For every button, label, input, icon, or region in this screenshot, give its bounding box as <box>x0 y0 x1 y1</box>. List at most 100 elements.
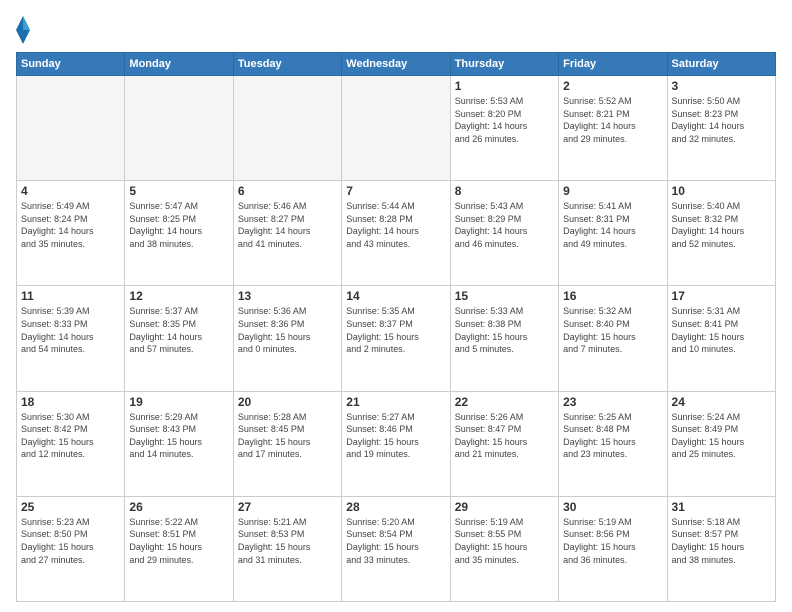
day-number: 31 <box>672 500 771 514</box>
calendar-week-row: 1 Sunrise: 5:53 AM Sunset: 8:20 PM Daylig… <box>17 76 776 181</box>
day-number: 26 <box>129 500 228 514</box>
day-number: 25 <box>21 500 120 514</box>
calendar-cell: 10 Sunrise: 5:40 AM Sunset: 8:32 PM Dayli… <box>667 181 775 286</box>
day-info: Sunrise: 5:19 AM Sunset: 8:55 PM Dayligh… <box>455 516 554 566</box>
calendar-cell <box>342 76 450 181</box>
weekday-header-monday: Monday <box>125 53 233 76</box>
calendar-cell: 3Sunrise: 5:50 AM Sunset: 8:23 PM Daylig… <box>667 76 775 181</box>
calendar-cell: 30 Sunrise: 5:19 AM Sunset: 8:56 PM Dayli… <box>559 496 667 601</box>
day-info: Sunrise: 5:39 AM Sunset: 8:33 PM Dayligh… <box>21 305 120 355</box>
day-info: Sunrise: 5:44 AM Sunset: 8:28 PM Dayligh… <box>346 200 445 250</box>
calendar-table: SundayMondayTuesdayWednesdayThursdayFrid… <box>16 52 776 602</box>
calendar-cell: 2 Sunrise: 5:52 AM Sunset: 8:21 PM Daylig… <box>559 76 667 181</box>
day-info: Sunrise: 5:29 AM Sunset: 8:43 PM Dayligh… <box>129 411 228 461</box>
calendar-cell: 28 Sunrise: 5:20 AM Sunset: 8:54 PM Dayli… <box>342 496 450 601</box>
calendar-cell: 7 Sunrise: 5:44 AM Sunset: 8:28 PM Daylig… <box>342 181 450 286</box>
day-info: Sunrise: 5:52 AM Sunset: 8:21 PM Dayligh… <box>563 95 662 145</box>
logo <box>16 16 34 44</box>
day-info: Sunrise: 5:40 AM Sunset: 8:32 PM Dayligh… <box>672 200 771 250</box>
day-number: 11 <box>21 289 120 303</box>
day-number: 19 <box>129 395 228 409</box>
day-number: 9 <box>563 184 662 198</box>
calendar-cell: 4Sunrise: 5:49 AM Sunset: 8:24 PM Daylig… <box>17 181 125 286</box>
day-number: 4 <box>21 184 120 198</box>
day-info: Sunrise: 5:36 AM Sunset: 8:36 PM Dayligh… <box>238 305 337 355</box>
calendar-cell: 22 Sunrise: 5:26 AM Sunset: 8:47 PM Dayli… <box>450 391 558 496</box>
day-info: Sunrise: 5:19 AM Sunset: 8:56 PM Dayligh… <box>563 516 662 566</box>
calendar-cell: 16 Sunrise: 5:32 AM Sunset: 8:40 PM Dayli… <box>559 286 667 391</box>
calendar-cell: 13 Sunrise: 5:36 AM Sunset: 8:36 PM Dayli… <box>233 286 341 391</box>
day-number: 12 <box>129 289 228 303</box>
calendar-cell: 8 Sunrise: 5:43 AM Sunset: 8:29 PM Daylig… <box>450 181 558 286</box>
calendar-cell: 23 Sunrise: 5:25 AM Sunset: 8:48 PM Dayli… <box>559 391 667 496</box>
day-info: Sunrise: 5:26 AM Sunset: 8:47 PM Dayligh… <box>455 411 554 461</box>
day-number: 16 <box>563 289 662 303</box>
calendar-cell: 6 Sunrise: 5:46 AM Sunset: 8:27 PM Daylig… <box>233 181 341 286</box>
day-number: 29 <box>455 500 554 514</box>
day-number: 21 <box>346 395 445 409</box>
day-number: 2 <box>563 79 662 93</box>
calendar-cell: 20Sunrise: 5:28 AM Sunset: 8:45 PM Dayli… <box>233 391 341 496</box>
day-info: Sunrise: 5:50 AM Sunset: 8:23 PM Dayligh… <box>672 95 771 145</box>
day-info: Sunrise: 5:30 AM Sunset: 8:42 PM Dayligh… <box>21 411 120 461</box>
day-info: Sunrise: 5:21 AM Sunset: 8:53 PM Dayligh… <box>238 516 337 566</box>
day-number: 22 <box>455 395 554 409</box>
header <box>16 16 776 44</box>
day-number: 30 <box>563 500 662 514</box>
calendar-cell <box>233 76 341 181</box>
calendar-week-row: 25Sunrise: 5:23 AM Sunset: 8:50 PM Dayli… <box>17 496 776 601</box>
weekday-header-saturday: Saturday <box>667 53 775 76</box>
day-info: Sunrise: 5:43 AM Sunset: 8:29 PM Dayligh… <box>455 200 554 250</box>
calendar-cell: 15 Sunrise: 5:33 AM Sunset: 8:38 PM Dayli… <box>450 286 558 391</box>
day-info: Sunrise: 5:37 AM Sunset: 8:35 PM Dayligh… <box>129 305 228 355</box>
day-info: Sunrise: 5:53 AM Sunset: 8:20 PM Dayligh… <box>455 95 554 145</box>
calendar-cell: 31Sunrise: 5:18 AM Sunset: 8:57 PM Dayli… <box>667 496 775 601</box>
day-info: Sunrise: 5:24 AM Sunset: 8:49 PM Dayligh… <box>672 411 771 461</box>
calendar-cell: 26 Sunrise: 5:22 AM Sunset: 8:51 PM Dayli… <box>125 496 233 601</box>
weekday-header-sunday: Sunday <box>17 53 125 76</box>
day-info: Sunrise: 5:22 AM Sunset: 8:51 PM Dayligh… <box>129 516 228 566</box>
calendar-cell <box>125 76 233 181</box>
day-info: Sunrise: 5:25 AM Sunset: 8:48 PM Dayligh… <box>563 411 662 461</box>
weekday-header-friday: Friday <box>559 53 667 76</box>
day-info: Sunrise: 5:33 AM Sunset: 8:38 PM Dayligh… <box>455 305 554 355</box>
day-number: 24 <box>672 395 771 409</box>
day-info: Sunrise: 5:20 AM Sunset: 8:54 PM Dayligh… <box>346 516 445 566</box>
calendar-cell: 19 Sunrise: 5:29 AM Sunset: 8:43 PM Dayli… <box>125 391 233 496</box>
calendar-week-row: 4Sunrise: 5:49 AM Sunset: 8:24 PM Daylig… <box>17 181 776 286</box>
day-info: Sunrise: 5:41 AM Sunset: 8:31 PM Dayligh… <box>563 200 662 250</box>
day-info: Sunrise: 5:35 AM Sunset: 8:37 PM Dayligh… <box>346 305 445 355</box>
calendar-cell: 24 Sunrise: 5:24 AM Sunset: 8:49 PM Dayli… <box>667 391 775 496</box>
day-number: 6 <box>238 184 337 198</box>
weekday-header-row: SundayMondayTuesdayWednesdayThursdayFrid… <box>17 53 776 76</box>
day-number: 23 <box>563 395 662 409</box>
day-info: Sunrise: 5:32 AM Sunset: 8:40 PM Dayligh… <box>563 305 662 355</box>
day-info: Sunrise: 5:27 AM Sunset: 8:46 PM Dayligh… <box>346 411 445 461</box>
calendar-cell: 29 Sunrise: 5:19 AM Sunset: 8:55 PM Dayli… <box>450 496 558 601</box>
day-number: 10 <box>672 184 771 198</box>
calendar-cell: 25Sunrise: 5:23 AM Sunset: 8:50 PM Dayli… <box>17 496 125 601</box>
weekday-header-thursday: Thursday <box>450 53 558 76</box>
day-info: Sunrise: 5:31 AM Sunset: 8:41 PM Dayligh… <box>672 305 771 355</box>
day-number: 15 <box>455 289 554 303</box>
day-number: 1 <box>455 79 554 93</box>
day-number: 5 <box>129 184 228 198</box>
day-number: 20 <box>238 395 337 409</box>
day-number: 8 <box>455 184 554 198</box>
weekday-header-tuesday: Tuesday <box>233 53 341 76</box>
calendar-cell: 18Sunrise: 5:30 AM Sunset: 8:42 PM Dayli… <box>17 391 125 496</box>
calendar-cell: 27 Sunrise: 5:21 AM Sunset: 8:53 PM Dayli… <box>233 496 341 601</box>
day-number: 28 <box>346 500 445 514</box>
day-number: 27 <box>238 500 337 514</box>
calendar-cell: 5Sunrise: 5:47 AM Sunset: 8:25 PM Daylig… <box>125 181 233 286</box>
day-number: 13 <box>238 289 337 303</box>
calendar-cell: 12 Sunrise: 5:37 AM Sunset: 8:35 PM Dayli… <box>125 286 233 391</box>
day-number: 17 <box>672 289 771 303</box>
weekday-header-wednesday: Wednesday <box>342 53 450 76</box>
calendar-cell <box>17 76 125 181</box>
calendar-week-row: 18Sunrise: 5:30 AM Sunset: 8:42 PM Dayli… <box>17 391 776 496</box>
calendar-cell: 14Sunrise: 5:35 AM Sunset: 8:37 PM Dayli… <box>342 286 450 391</box>
day-number: 7 <box>346 184 445 198</box>
calendar-cell: 1 Sunrise: 5:53 AM Sunset: 8:20 PM Daylig… <box>450 76 558 181</box>
day-info: Sunrise: 5:46 AM Sunset: 8:27 PM Dayligh… <box>238 200 337 250</box>
